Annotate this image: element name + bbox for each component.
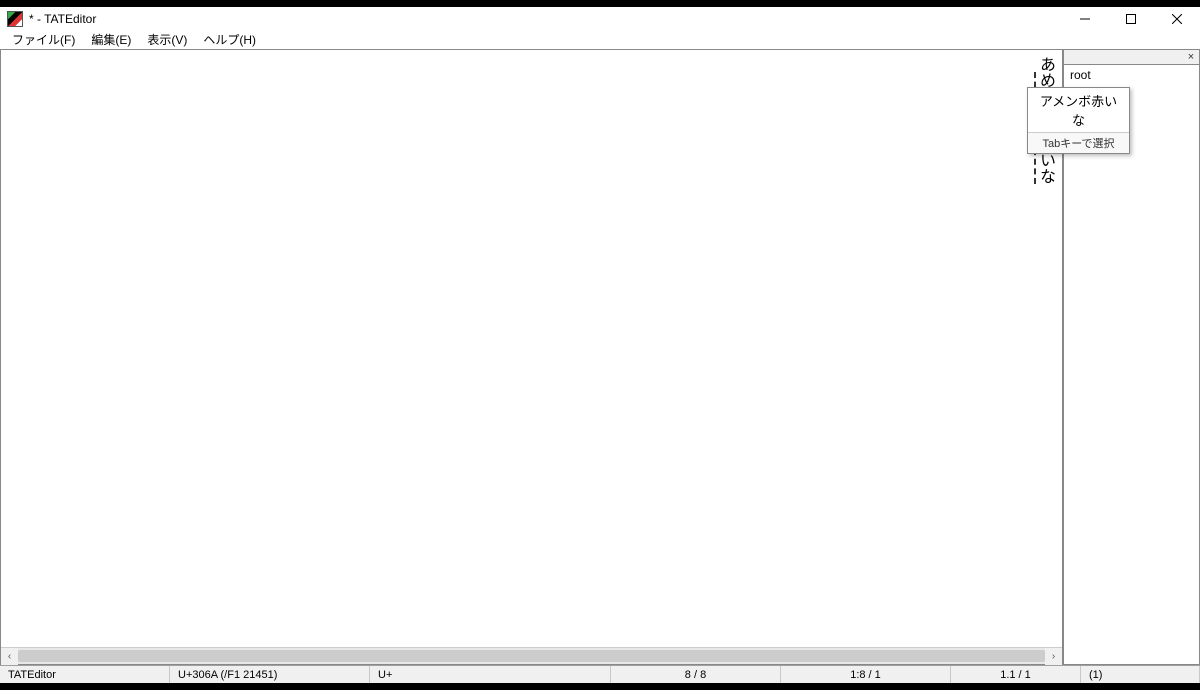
- editor-text-area[interactable]: あめんぼあかいな: [1, 50, 1062, 647]
- outer-black-bar-bottom: [0, 683, 1200, 690]
- status-app-name: TATEditor: [0, 666, 170, 683]
- status-ratio: 8 / 8: [611, 666, 781, 683]
- maximize-button[interactable]: [1108, 7, 1154, 30]
- status-bar: TATEditor U+306A (/F1 21451) U+ 8 / 8 1:…: [0, 665, 1200, 683]
- ime-candidate-popup[interactable]: アメンボ赤いな Tabキーで選択: [1027, 87, 1130, 154]
- status-paren: (1): [1081, 666, 1200, 683]
- menu-view[interactable]: 表示(V): [139, 29, 195, 50]
- menu-file[interactable]: ファイル(F): [4, 29, 83, 50]
- close-button[interactable]: [1154, 7, 1200, 30]
- client-area: あめんぼあかいな ‹ › × root: [0, 49, 1200, 665]
- menu-bar: ファイル(F) 編集(E) 表示(V) ヘルプ(H): [0, 30, 1200, 49]
- window-title: * - TATEditor: [29, 12, 96, 26]
- close-icon: [1172, 14, 1182, 24]
- app-window: * - TATEditor ファイル(F) 編集(E) 表示(V) ヘルプ(H): [0, 7, 1200, 683]
- minimize-icon: [1080, 14, 1090, 24]
- status-zoom: 1.1 / 1: [951, 666, 1081, 683]
- app-icon: [7, 11, 23, 27]
- scroll-left-button[interactable]: ‹: [1, 648, 18, 665]
- scroll-thumb[interactable]: [18, 650, 1045, 662]
- horizontal-scrollbar[interactable]: ‹ ›: [1, 647, 1062, 664]
- status-codepoint: U+306A (/F1 21451): [170, 666, 370, 683]
- side-panel-body[interactable]: root: [1063, 65, 1200, 665]
- ime-candidate-text[interactable]: アメンボ赤いな: [1028, 88, 1129, 133]
- outer-black-bar-top: [0, 0, 1200, 7]
- scroll-right-button[interactable]: ›: [1045, 648, 1062, 665]
- scroll-track[interactable]: [18, 648, 1045, 664]
- menu-edit[interactable]: 編集(E): [83, 29, 139, 50]
- tree-root-label[interactable]: root: [1070, 68, 1091, 82]
- editor-pane: あめんぼあかいな ‹ ›: [0, 49, 1063, 665]
- text-pre-ime: あ: [1037, 56, 1054, 72]
- window-controls: [1062, 7, 1200, 30]
- title-bar[interactable]: * - TATEditor: [0, 7, 1200, 30]
- side-panel-close-button[interactable]: ×: [1183, 50, 1199, 64]
- status-unicode-prefix: U+: [370, 666, 611, 683]
- maximize-icon: [1126, 14, 1136, 24]
- ime-hint-text: Tabキーで選択: [1028, 133, 1129, 153]
- minimize-button[interactable]: [1062, 7, 1108, 30]
- side-panel-header: ×: [1063, 49, 1200, 65]
- status-position: 1:8 / 1: [781, 666, 951, 683]
- menu-help[interactable]: ヘルプ(H): [195, 29, 264, 50]
